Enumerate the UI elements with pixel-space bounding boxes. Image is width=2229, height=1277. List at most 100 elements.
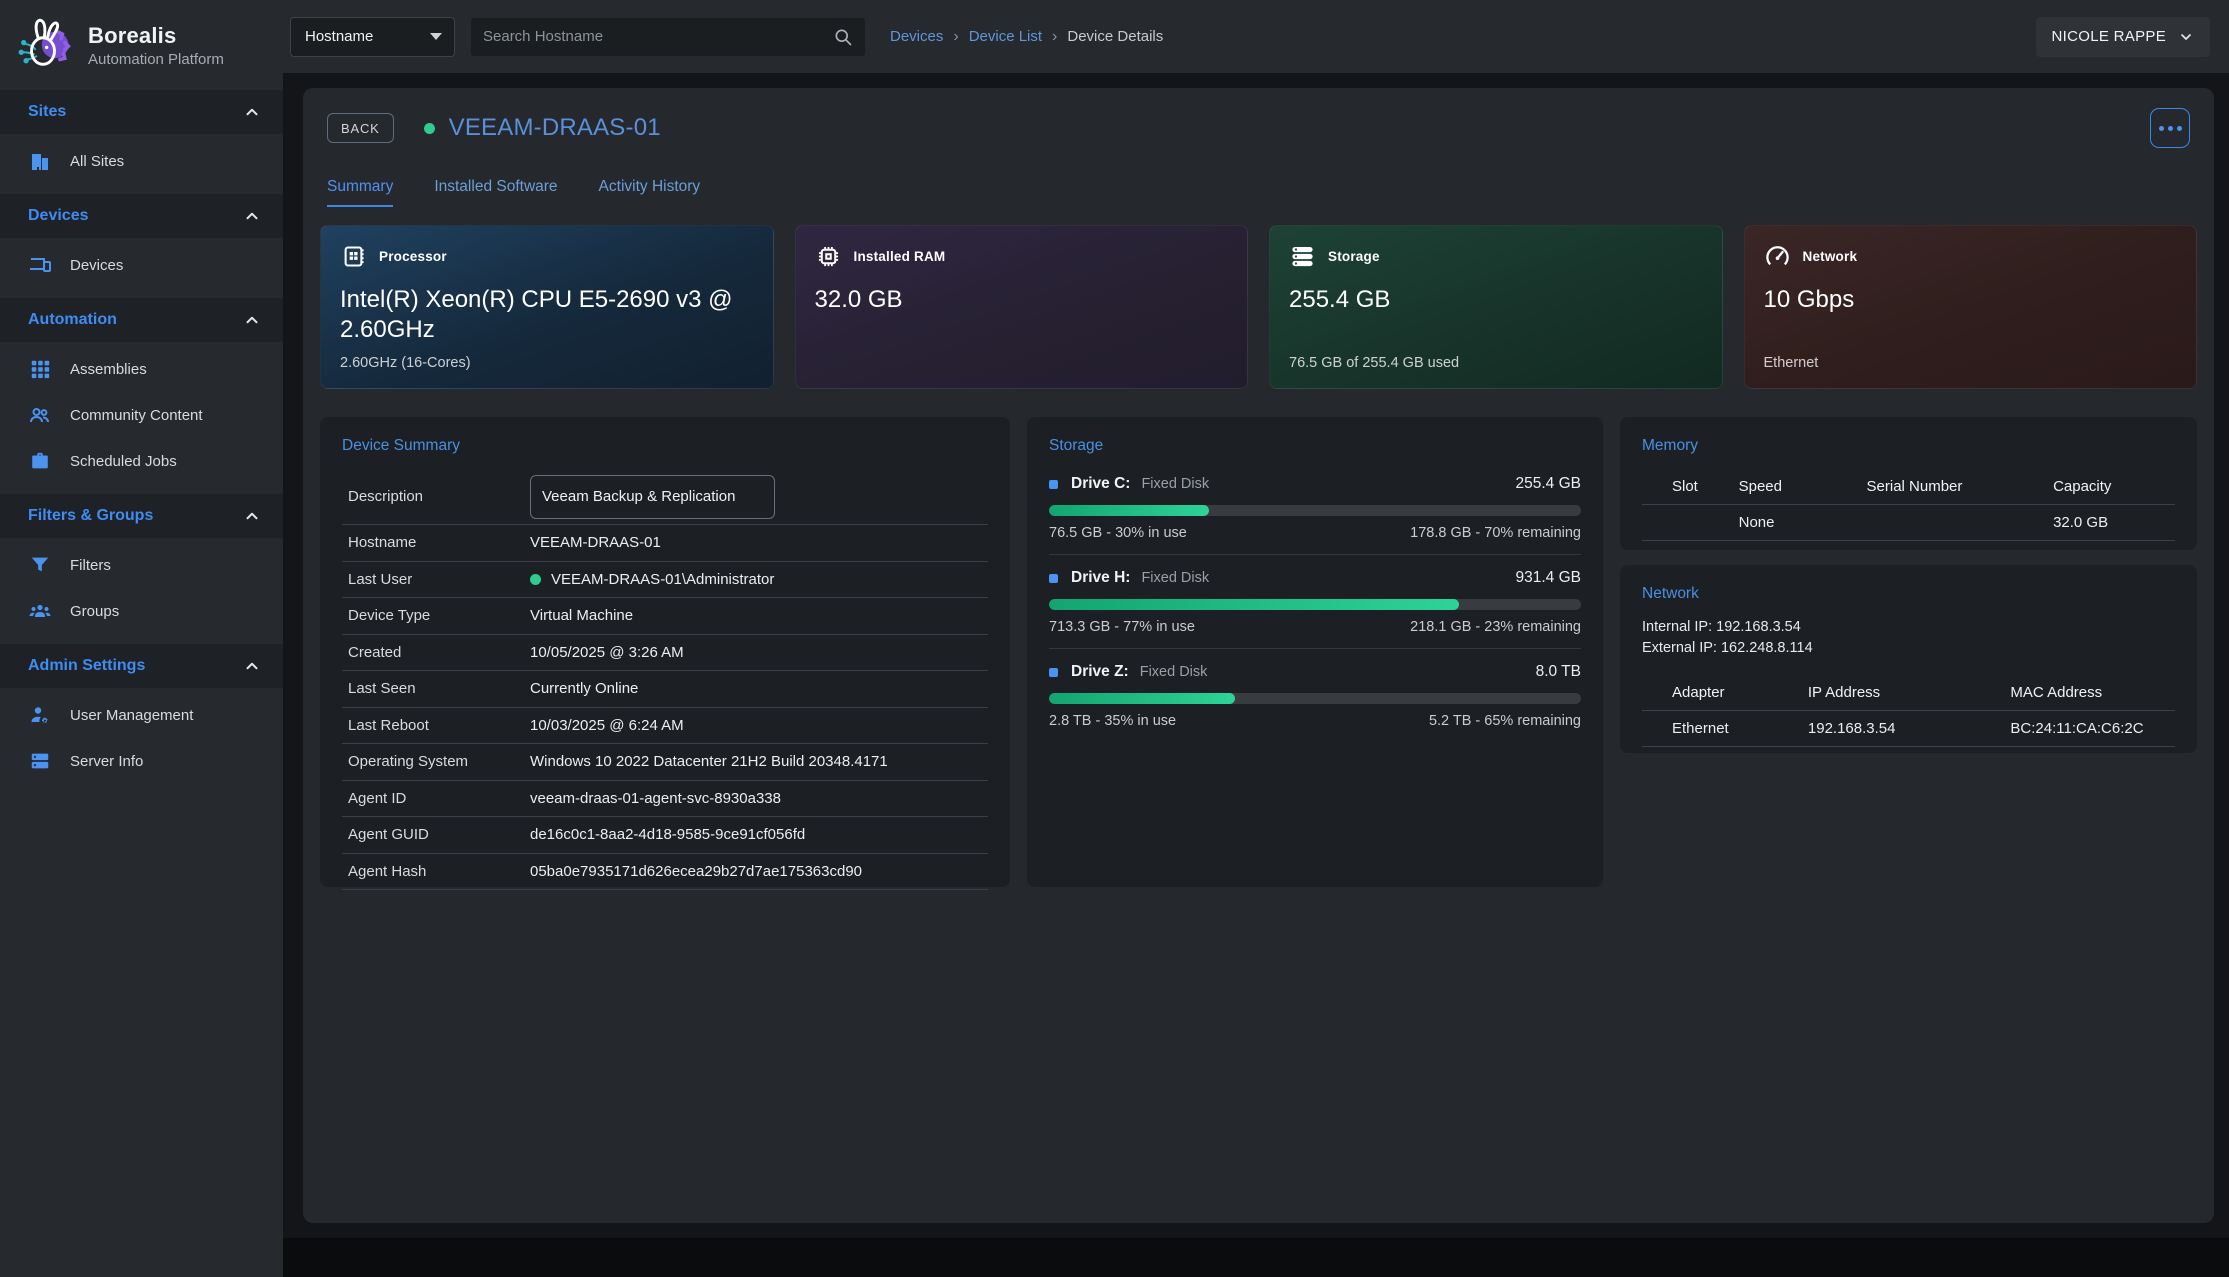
- sidebar-item-filters[interactable]: Filters: [0, 542, 283, 588]
- topbar: Hostname Devices › Device List › Device …: [283, 0, 2229, 73]
- summary-row-agent-guid: Agent GUID de16c0c1-8aa2-4d18-9585-9ce91…: [342, 817, 988, 854]
- breadcrumb-separator: ›: [953, 28, 958, 46]
- sidebar-item-label: Scheduled Jobs: [70, 453, 177, 470]
- card-label: Network: [1803, 249, 1858, 264]
- online-status-dot: [424, 123, 435, 134]
- card-label: Installed RAM: [854, 249, 946, 264]
- network-panel-title: Network: [1642, 585, 2175, 603]
- tab-summary[interactable]: Summary: [327, 178, 393, 207]
- breadcrumb-separator: ›: [1052, 28, 1057, 46]
- sidebar-item-label: Groups: [70, 603, 119, 620]
- sidebar-section-filters-groups[interactable]: Filters & Groups: [0, 494, 283, 538]
- sidebar-section-admin-settings[interactable]: Admin Settings: [0, 644, 283, 688]
- briefcase-icon: [28, 449, 52, 473]
- cpu-icon: [340, 243, 367, 270]
- bottom-strip: [283, 1238, 2229, 1277]
- summary-row-hostname: Hostname VEEAM-DRAAS-01: [342, 525, 988, 562]
- search-box: [470, 17, 866, 57]
- memory-panel: Memory Slot Speed Serial Number Capacity: [1620, 417, 2197, 550]
- chevron-up-icon: [243, 507, 261, 525]
- sidebar-item-all-sites[interactable]: All Sites: [0, 138, 283, 184]
- breadcrumb: Devices › Device List › Device Details: [890, 28, 1163, 46]
- internal-ip: Internal IP: 192.168.3.54: [1642, 617, 2175, 638]
- device-name-title: VEEAM-DRAAS-01: [449, 114, 661, 142]
- ram-icon: [815, 243, 842, 270]
- search-field-select[interactable]: Hostname: [290, 17, 455, 57]
- storage-panel: Storage Drive C: Fixed Disk 255.4 GB: [1027, 417, 1603, 887]
- sidebar-section-devices[interactable]: Devices: [0, 194, 283, 238]
- sidebar-item-label: Filters: [70, 557, 111, 574]
- device-tabs: Summary Installed Software Activity Hist…: [320, 178, 2197, 207]
- device-details-panel: BACK VEEAM-DRAAS-01 Summary Installed So…: [303, 88, 2214, 1223]
- drive-bullet-icon: [1049, 574, 1058, 583]
- brand-text: Borealis Automation Platform: [88, 23, 224, 68]
- sidebar-item-groups[interactable]: Groups: [0, 588, 283, 634]
- summary-row-agent-hash: Agent Hash 05ba0e7935171d626ecea29b27d7a…: [342, 854, 988, 891]
- sidebar-item-label: User Management: [70, 707, 193, 724]
- summary-row-agent-id: Agent ID veeam-draas-01-agent-svc-8930a3…: [342, 781, 988, 818]
- more-actions-button[interactable]: [2150, 108, 2190, 148]
- stat-cards: Processor Intel(R) Xeon(R) CPU E5-2690 v…: [320, 225, 2197, 389]
- brand-logo-row: Borealis Automation Platform: [0, 0, 283, 90]
- drive-usage-bar: [1049, 599, 1581, 610]
- processor-value: Intel(R) Xeon(R) CPU E5-2690 v3 @ 2.60GH…: [340, 285, 754, 345]
- drive-bullet-icon: [1049, 480, 1058, 489]
- summary-row-last-seen: Last Seen Currently Online: [342, 671, 988, 708]
- caret-down-icon: [430, 33, 442, 40]
- breadcrumb-current: Device Details: [1067, 28, 1163, 45]
- user-online-dot: [530, 574, 541, 585]
- network-card: Network 10 Gbps Ethernet: [1744, 225, 2198, 389]
- sidebar-nav: Sites All Sites Devices: [0, 90, 283, 794]
- section-label: Devices: [28, 207, 89, 225]
- brand-name: Borealis: [88, 23, 224, 49]
- sidebar-item-label: All Sites: [70, 153, 124, 170]
- sidebar-item-user-management[interactable]: User Management: [0, 692, 283, 738]
- storage-footer: 76.5 GB of 255.4 GB used: [1289, 355, 1703, 371]
- user-gear-icon: [28, 703, 52, 727]
- user-name: NICOLE RAPPE: [2052, 28, 2166, 45]
- sidebar-item-label: Community Content: [70, 407, 203, 424]
- external-ip: External IP: 162.248.8.114: [1642, 638, 2175, 659]
- sidebar-section-automation[interactable]: Automation: [0, 298, 283, 342]
- chevron-down-icon: [2178, 29, 2194, 45]
- sidebar-section-sites[interactable]: Sites: [0, 90, 283, 134]
- sidebar-item-label: Assemblies: [70, 361, 147, 378]
- summary-row-description: Description: [342, 469, 988, 525]
- chevron-up-icon: [243, 311, 261, 329]
- sidebar-item-community-content[interactable]: Community Content: [0, 392, 283, 438]
- search-input[interactable]: [483, 28, 833, 45]
- sidebar: Borealis Automation Platform Sites All S…: [0, 0, 283, 1277]
- drive-h-row: Drive H: Fixed Disk 931.4 GB 713.3 GB - …: [1049, 554, 1581, 648]
- network-panel: Network Internal IP: 192.168.3.54 Extern…: [1620, 565, 2197, 753]
- drive-usage-bar: [1049, 693, 1581, 704]
- sidebar-item-assemblies[interactable]: Assemblies: [0, 346, 283, 392]
- summary-row-created: Created 10/05/2025 @ 3:26 AM: [342, 635, 988, 672]
- back-button[interactable]: BACK: [327, 113, 394, 143]
- search-icon[interactable]: [833, 27, 853, 47]
- ellipsis-icon: [2159, 126, 2164, 131]
- description-input[interactable]: [530, 475, 775, 519]
- breadcrumb-devices[interactable]: Devices: [890, 28, 943, 45]
- card-label: Storage: [1328, 249, 1380, 264]
- sidebar-item-devices[interactable]: Devices: [0, 242, 283, 288]
- user-menu-button[interactable]: NICOLE RAPPE: [2036, 17, 2210, 57]
- processor-card: Processor Intel(R) Xeon(R) CPU E5-2690 v…: [320, 225, 774, 389]
- sidebar-item-server-info[interactable]: Server Info: [0, 738, 283, 784]
- tab-installed-software[interactable]: Installed Software: [434, 178, 557, 207]
- drive-z-row: Drive Z: Fixed Disk 8.0 TB 2.8 TB - 35% …: [1049, 648, 1581, 742]
- search-field-select-value: Hostname: [305, 28, 373, 45]
- section-label: Admin Settings: [28, 657, 145, 675]
- device-summary-title: Device Summary: [342, 437, 988, 455]
- tab-activity-history[interactable]: Activity History: [599, 178, 701, 207]
- sidebar-item-scheduled-jobs[interactable]: Scheduled Jobs: [0, 438, 283, 484]
- memory-row: None 32.0 GB: [1642, 505, 2175, 541]
- section-label: Filters & Groups: [28, 507, 153, 525]
- device-summary-panel: Device Summary Description Hostname VEEA…: [320, 417, 1010, 887]
- drive-usage-bar: [1049, 505, 1581, 516]
- card-label: Processor: [379, 249, 447, 264]
- storage-value: 255.4 GB: [1289, 285, 1703, 315]
- chevron-up-icon: [243, 103, 261, 121]
- sidebar-item-label: Devices: [70, 257, 123, 274]
- rabbit-logo-icon: [12, 14, 74, 76]
- breadcrumb-device-list[interactable]: Device List: [969, 28, 1042, 45]
